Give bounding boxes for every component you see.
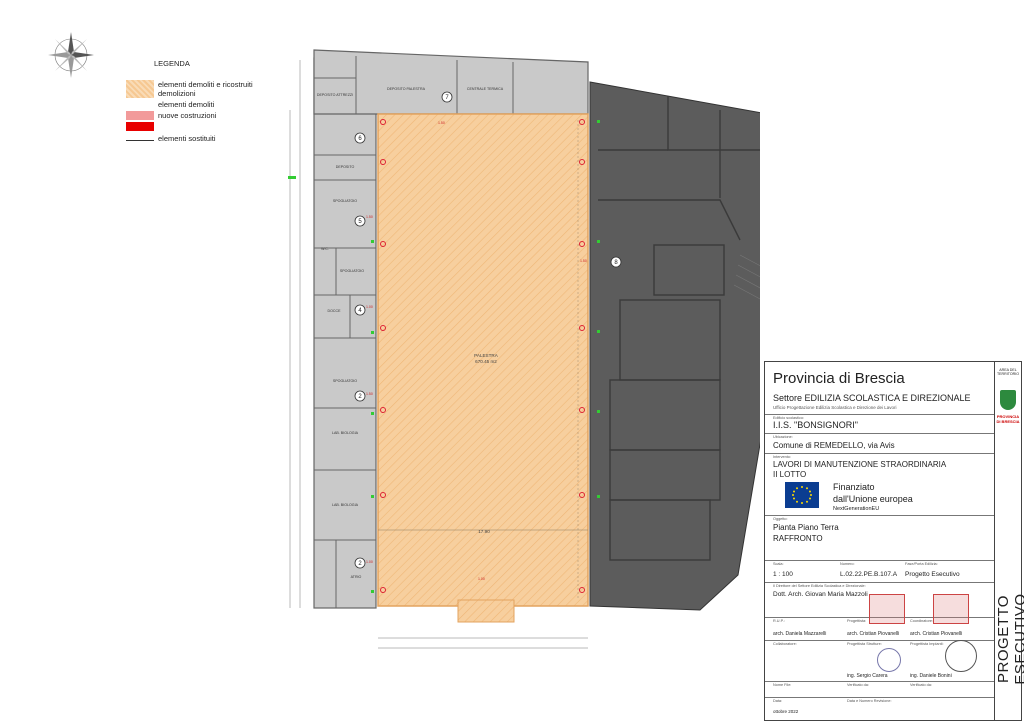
plants: ing. Daniele Bonini: [910, 673, 952, 679]
svg-text:1.50: 1.50: [438, 121, 445, 125]
funding-line-2: dall'Unione europea: [833, 494, 913, 504]
work-lot: II LOTTO: [773, 470, 807, 479]
room-label: SPOGLIATOIO: [340, 269, 364, 273]
designer-field-label: Progettista:: [847, 619, 867, 623]
room-label: LAB. BIOLOGIA: [332, 503, 359, 507]
school-name: I.I.S. "BONSIGNORI": [773, 420, 858, 430]
signature-stamp: [877, 648, 901, 672]
office-label: Ufficio Progettazione Edilizia Scolastic…: [773, 405, 897, 410]
svg-text:1.00: 1.00: [478, 577, 485, 581]
area-label: AREA DEL TERRITORIO: [996, 368, 1020, 376]
signature-stamp: [869, 594, 905, 624]
vertical-column: AREA DEL TERRITORIO PROVINCIA DI BRESCIA…: [994, 362, 1024, 720]
svg-text:1.50: 1.50: [580, 259, 587, 263]
room-label: SPOGLIATOIO: [333, 199, 357, 203]
verified-field-label: Verificato da:: [847, 683, 869, 687]
eu-flag-icon: [785, 482, 819, 508]
collaborator-field-label: Collaboratore:: [773, 642, 797, 646]
phase: Progetto Esecutivo: [905, 571, 960, 578]
room-label: DEPOSITO ATTREZZI: [317, 93, 353, 97]
svg-text:1.00: 1.00: [366, 305, 373, 309]
title-block: Provincia di Brescia Settore EDILIZIA SC…: [764, 361, 1024, 721]
location-field-label: Ubicazione:: [773, 435, 793, 439]
designer: arch. Cristian Piovanelli: [847, 631, 900, 637]
director-field-label: Il Direttore del Settore Edilizia Scolas…: [773, 584, 866, 588]
date-field-label: Data:: [773, 699, 783, 703]
gym-entrance: [457, 599, 515, 623]
province-logo-icon: [1000, 390, 1016, 410]
plants-field-label: Progettista Impianti:: [910, 642, 944, 646]
director: Dott. Arch. Giovan Maria Mazzoli: [773, 591, 868, 598]
funding-line-3: NextGenerationEU: [833, 506, 880, 512]
checked-field-label: Verificato da:: [910, 683, 932, 687]
structures: ing. Sergio Carera: [847, 673, 888, 679]
scale-field-label: Scala:: [773, 562, 784, 566]
room-label: DEPOSITO PALESTRA: [387, 87, 426, 91]
room-label: W.C.: [321, 247, 329, 251]
gym-area-label: 670.45 m2: [475, 359, 497, 364]
file-field-label: Nome File:: [773, 683, 792, 687]
rup: arch. Daniela Mazzarelli: [773, 631, 827, 637]
location: Comune di REMEDELLO, via Avis: [773, 441, 895, 450]
province-logo-text: PROVINCIA DI BRESCIA: [996, 414, 1020, 424]
svg-text:1.50: 1.50: [366, 215, 373, 219]
coordinator: arch. Cristian Piovanelli: [910, 631, 963, 637]
signature-stamp: [945, 640, 977, 672]
funding-line-1: Finanziato: [833, 482, 875, 492]
phase-field-label: Fase/Porta Edilizia:: [905, 562, 938, 566]
svg-text:1.50: 1.50: [366, 392, 373, 396]
room-label: LAB. BIOLOGIA: [332, 431, 359, 435]
stage-label: PROGETTO ESECUTIVO: [995, 593, 1024, 685]
province-title: Provincia di Brescia: [773, 370, 905, 387]
service-wing: [313, 57, 377, 609]
object-field-label: Oggetto:: [773, 517, 788, 521]
adjacent-building: [589, 81, 760, 611]
signature-stamp: [933, 594, 969, 624]
revision-field-label: Data e Numero Revisione:: [847, 699, 892, 703]
work-field-label: Intervento:: [773, 455, 791, 459]
object-subtitle: RAFFRONTO: [773, 534, 823, 543]
coordinator-field-label: Coordinatore:: [910, 619, 934, 623]
object-title: Pianta Piano Terra: [773, 523, 839, 532]
structures-field-label: Progettista Strutture:: [847, 642, 882, 646]
rup-field-label: R.U.P.:: [773, 619, 785, 623]
date: ottobre 2022: [773, 709, 799, 714]
gym-label: PALESTRA: [474, 353, 499, 358]
svg-text:1.00: 1.00: [366, 560, 373, 564]
room-label: DOCCE: [328, 309, 342, 313]
scale: 1 : 100: [773, 571, 793, 578]
room-label: DEPOSITO: [336, 165, 355, 169]
room-label: CENTRALE TERMICA: [467, 87, 504, 91]
sector-label: Settore EDILIZIA SCOLASTICA E DIREZIONAL…: [773, 393, 971, 403]
work-title: LAVORI DI MANUTENZIONE STRAORDINARIA: [773, 460, 947, 469]
number-field-label: Numero:: [840, 562, 855, 566]
room-label: SPOGLIATOIO: [333, 379, 357, 383]
gym-width-label: 17.90: [478, 529, 490, 534]
floor-plan: 1.501.50 1.001.50 1.001.50 1.00 7 6 5 4 …: [288, 49, 760, 649]
top-rooms: [313, 49, 589, 115]
drawing-number: L.02.22.PE.B.107.A: [840, 571, 898, 578]
room-label: ATRIO: [351, 575, 362, 579]
